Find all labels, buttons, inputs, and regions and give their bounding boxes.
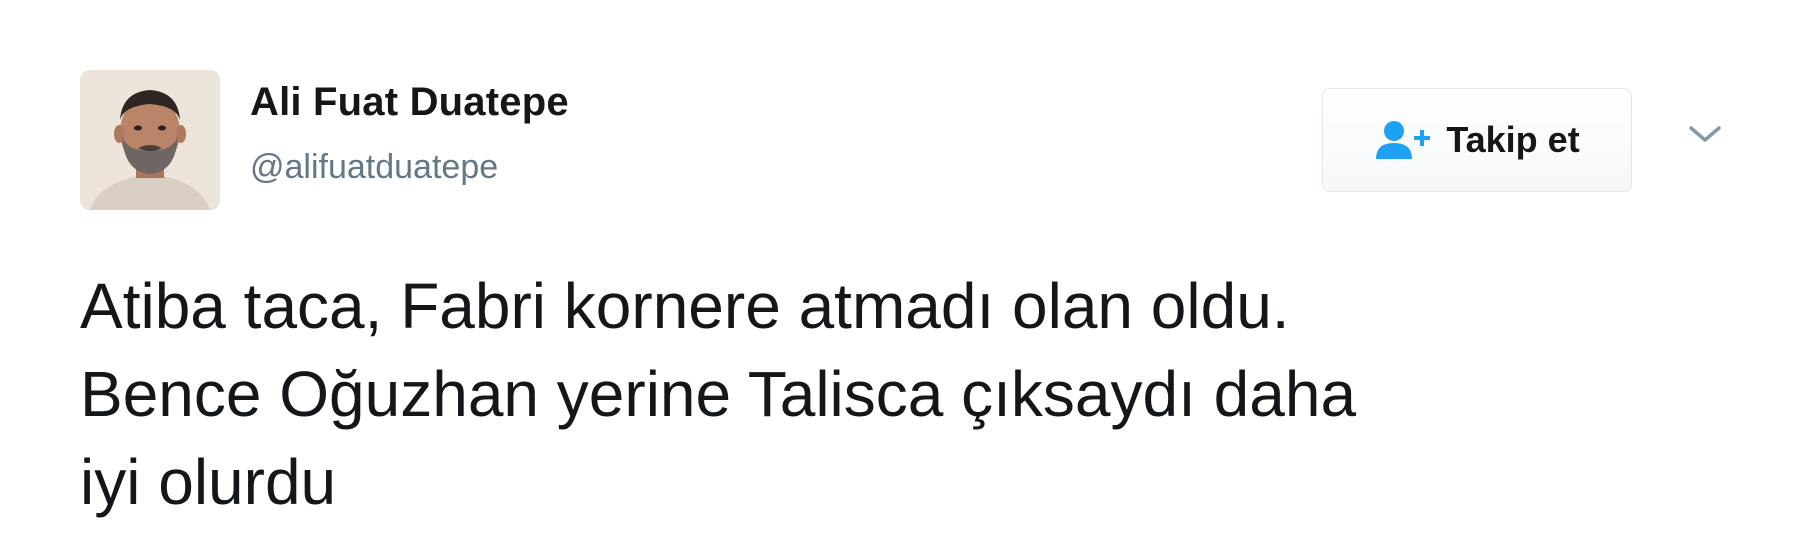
tweet-text-line: Atiba taca, Fabri kornere atmadı olan ol… — [80, 270, 1290, 342]
tweet-text-line: iyi olurdu — [80, 446, 337, 518]
avatar[interactable] — [80, 70, 220, 210]
follow-button-label: Takip et — [1446, 119, 1580, 160]
tweet-card: Ali Fuat Duatepe @alifuatduatepe Takip e… — [0, 0, 1805, 555]
follow-button[interactable]: Takip et — [1322, 88, 1632, 192]
tweet-text: Atiba taca, Fabri kornere atmadı olan ol… — [80, 262, 1760, 526]
chevron-down-icon[interactable] — [1685, 118, 1725, 150]
display-name[interactable]: Ali Fuat Duatepe — [250, 80, 569, 125]
add-user-icon — [1374, 119, 1432, 161]
tweet-text-line: Bence Oğuzhan yerine Talisca çıksaydı da… — [80, 358, 1357, 430]
avatar-photo — [80, 70, 220, 210]
user-handle[interactable]: @alifuatduatepe — [250, 148, 498, 187]
